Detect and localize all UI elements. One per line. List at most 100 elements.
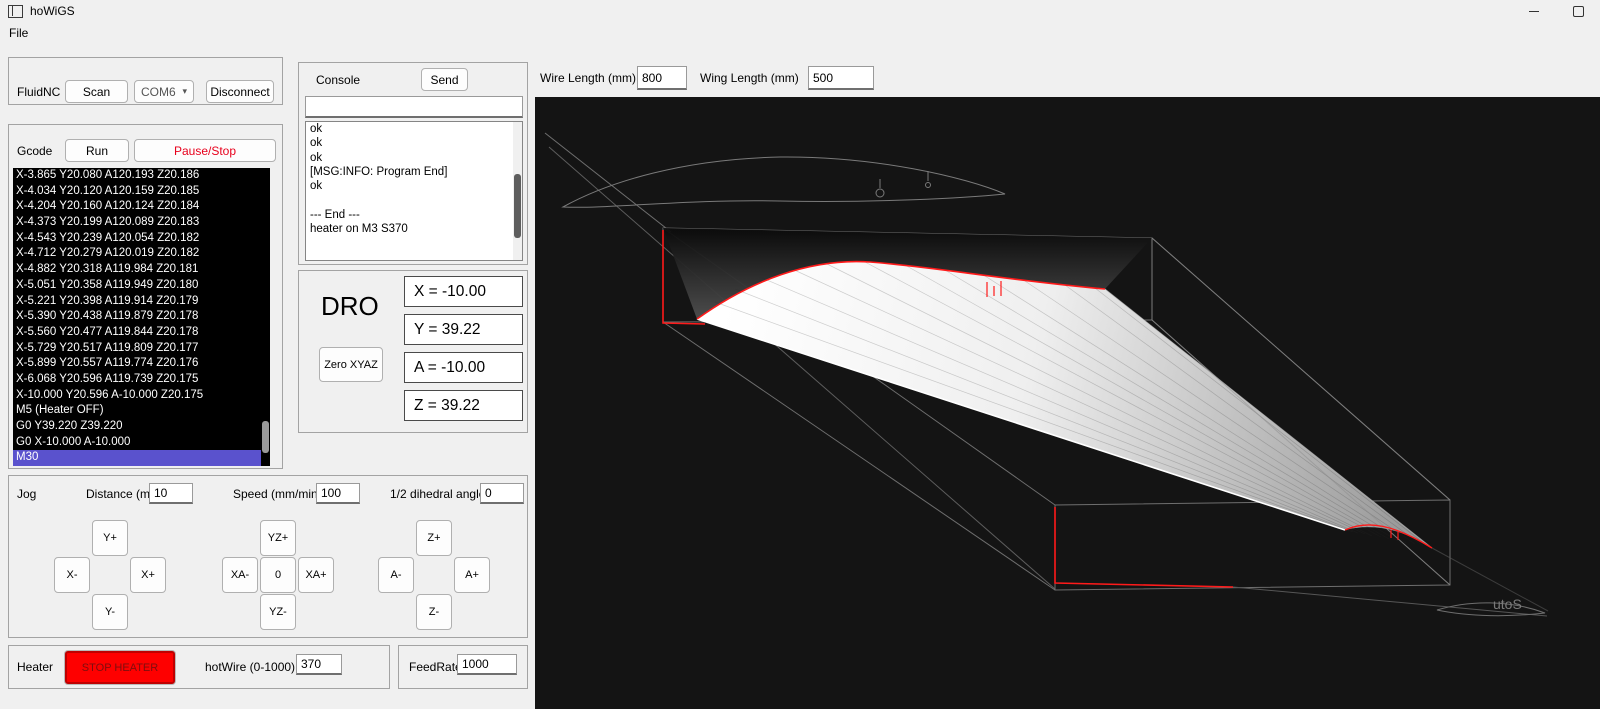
jog-dihedral-label: 1/2 dihedral angle — [390, 483, 485, 504]
jog-dihedral-input[interactable] — [480, 483, 524, 504]
jog-y-minus-button[interactable]: Y- — [92, 594, 128, 630]
console-line: --- End --- — [306, 208, 522, 222]
stop-heater-button[interactable]: STOP HEATER — [65, 651, 175, 684]
viewport-canvas[interactable]: utoS — [535, 97, 1600, 709]
viewport-3d[interactable]: utoS — [535, 97, 1600, 709]
console-scrollbar-thumb[interactable] — [514, 174, 521, 238]
pause-stop-button[interactable]: Pause/Stop — [134, 139, 276, 162]
maximize-button[interactable] — [1556, 0, 1600, 22]
console-input[interactable] — [305, 96, 523, 118]
console-line: ok — [306, 122, 522, 136]
gcode-line[interactable]: X-4.882 Y20.318 A119.984 Z20.181 — [13, 262, 270, 278]
title-bar: hoWiGS — [0, 0, 1600, 22]
wing-length-label: Wing Length (mm) — [700, 66, 799, 90]
console-label: Console — [316, 68, 360, 91]
zero-xyaz-button[interactable]: Zero XYAZ — [319, 347, 383, 382]
run-button[interactable]: Run — [65, 139, 129, 162]
gcode-panel: Gcode Run Pause/Stop X-3.865 Y20.080 A12… — [8, 124, 283, 469]
gcode-line[interactable]: X-6.068 Y20.596 A119.739 Z20.175 — [13, 372, 270, 388]
jog-xa-minus-button[interactable]: XA- — [222, 557, 258, 593]
console-line: ok — [306, 151, 522, 165]
gcode-line[interactable]: X-10.000 Y20.596 A-10.000 Z20.175 — [13, 388, 270, 404]
console-line: [MSG:INFO: Program End] — [306, 165, 522, 179]
feedrate-panel: FeedRate — [398, 645, 528, 689]
jog-y-plus-button[interactable]: Y+ — [92, 520, 128, 556]
console-line — [306, 193, 522, 207]
gcode-line[interactable]: X-5.221 Y20.398 A119.914 Z20.179 — [13, 294, 270, 310]
heater-panel: Heater STOP HEATER hotWire (0-1000) — [8, 645, 390, 689]
gcode-line[interactable]: X-4.034 Y20.120 A120.159 Z20.185 — [13, 184, 270, 200]
gcode-line[interactable]: M5 (Heater OFF) — [13, 403, 270, 419]
disconnect-button[interactable]: Disconnect — [206, 80, 274, 103]
gcode-line[interactable]: X-3.865 Y20.080 A120.193 Z20.186 — [13, 168, 270, 184]
dro-a-value: A = -10.00 — [404, 352, 523, 383]
com-port-select[interactable]: COM6 ▾ — [134, 80, 194, 103]
console-line: ok — [306, 179, 522, 193]
gcode-line[interactable]: X-5.390 Y20.438 A119.879 Z20.178 — [13, 309, 270, 325]
feedrate-input[interactable] — [457, 654, 517, 675]
gcode-line[interactable]: X-5.051 Y20.358 A119.949 Z20.180 — [13, 278, 270, 294]
gcode-line[interactable]: X-5.899 Y20.557 A119.774 Z20.176 — [13, 356, 270, 372]
dro-z-value: Z = 39.22 — [404, 390, 523, 421]
wire-length-label: Wire Length (mm) — [540, 66, 636, 90]
gcode-line[interactable]: G0 X-10.000 A-10.000 — [13, 435, 270, 451]
gcode-scrollbar[interactable] — [261, 168, 270, 466]
gcode-line[interactable]: X-4.543 Y20.239 A120.054 Z20.182 — [13, 231, 270, 247]
jog-panel: Jog Distance (mm) Speed (mm/min) 1/2 dih… — [8, 475, 528, 638]
console-output[interactable]: ok ok ok [MSG:INFO: Program End] ok --- … — [305, 121, 523, 261]
jog-speed-input[interactable] — [316, 483, 360, 504]
wire-length-input[interactable] — [637, 66, 687, 90]
menu-bar: File — [0, 22, 1600, 44]
airfoil-sketch-bottom — [1437, 603, 1545, 616]
menu-file[interactable]: File — [0, 24, 37, 42]
hotwire-label: hotWire (0-1000) — [205, 646, 295, 688]
gcode-scrollbar-thumb[interactable] — [262, 421, 269, 453]
jog-z-minus-button[interactable]: Z- — [416, 594, 452, 630]
jog-zero-button[interactable]: 0 — [260, 557, 296, 593]
jog-label: Jog — [17, 483, 36, 504]
app-icon — [8, 5, 23, 18]
jog-z-plus-button[interactable]: Z+ — [416, 520, 452, 556]
chevron-down-icon: ▾ — [182, 86, 187, 97]
jog-distance-input[interactable] — [149, 483, 193, 504]
jog-x-plus-button[interactable]: X+ — [130, 557, 166, 593]
heater-label: Heater — [17, 646, 53, 688]
jog-x-minus-button[interactable]: X- — [54, 557, 90, 593]
wing-length-input[interactable] — [808, 66, 874, 90]
gcode-line[interactable]: X-4.373 Y20.199 A120.089 Z20.183 — [13, 215, 270, 231]
window-title: hoWiGS — [30, 4, 75, 18]
jog-a-minus-button[interactable]: A- — [378, 557, 414, 593]
console-line: ok — [306, 136, 522, 150]
console-line: heater on M3 S370 — [306, 222, 522, 236]
gcode-line[interactable]: X-4.712 Y20.279 A120.019 Z20.182 — [13, 246, 270, 262]
watermark-text: utoS — [1493, 596, 1522, 612]
feedrate-label: FeedRate — [409, 646, 462, 688]
maximize-icon — [1573, 6, 1584, 17]
jog-a-plus-button[interactable]: A+ — [454, 557, 490, 593]
scan-button[interactable]: Scan — [65, 80, 128, 103]
hotwire-input[interactable] — [296, 654, 342, 675]
gcode-line[interactable]: G0 Y39.220 Z39.220 — [13, 419, 270, 435]
gcode-line[interactable]: X-4.204 Y20.160 A120.124 Z20.184 — [13, 199, 270, 215]
jog-yz-minus-button[interactable]: YZ- — [260, 594, 296, 630]
gcode-line[interactable]: X-5.729 Y20.517 A119.809 Z20.177 — [13, 341, 270, 357]
console-scrollbar[interactable] — [513, 122, 522, 260]
window-controls — [1512, 0, 1600, 22]
jog-speed-label: Speed (mm/min) — [233, 483, 322, 504]
fluidnc-panel: FluidNC Scan COM6 ▾ Disconnect — [8, 57, 283, 105]
gcode-line-selected[interactable]: M30 — [13, 450, 270, 466]
jog-xa-plus-button[interactable]: XA+ — [298, 557, 334, 593]
dro-title: DRO — [321, 291, 379, 322]
gcode-label: Gcode — [17, 139, 52, 162]
app-window: hoWiGS File FluidNC Scan COM6 ▾ Disconne… — [0, 0, 1600, 709]
com-port-value: COM6 — [141, 85, 176, 99]
jog-yz-plus-button[interactable]: YZ+ — [260, 520, 296, 556]
console-panel: Console Send ok ok ok [MSG:INFO: Program… — [298, 62, 528, 265]
fluidnc-label: FluidNC — [17, 80, 60, 103]
send-button[interactable]: Send — [421, 68, 468, 91]
gcode-list[interactable]: X-3.865 Y20.080 A120.193 Z20.186 X-4.034… — [13, 168, 270, 466]
dro-y-value: Y = 39.22 — [404, 314, 523, 345]
gcode-line[interactable]: X-5.560 Y20.477 A119.844 Z20.178 — [13, 325, 270, 341]
minimize-button[interactable] — [1512, 0, 1556, 22]
dro-x-value: X = -10.00 — [404, 276, 523, 307]
